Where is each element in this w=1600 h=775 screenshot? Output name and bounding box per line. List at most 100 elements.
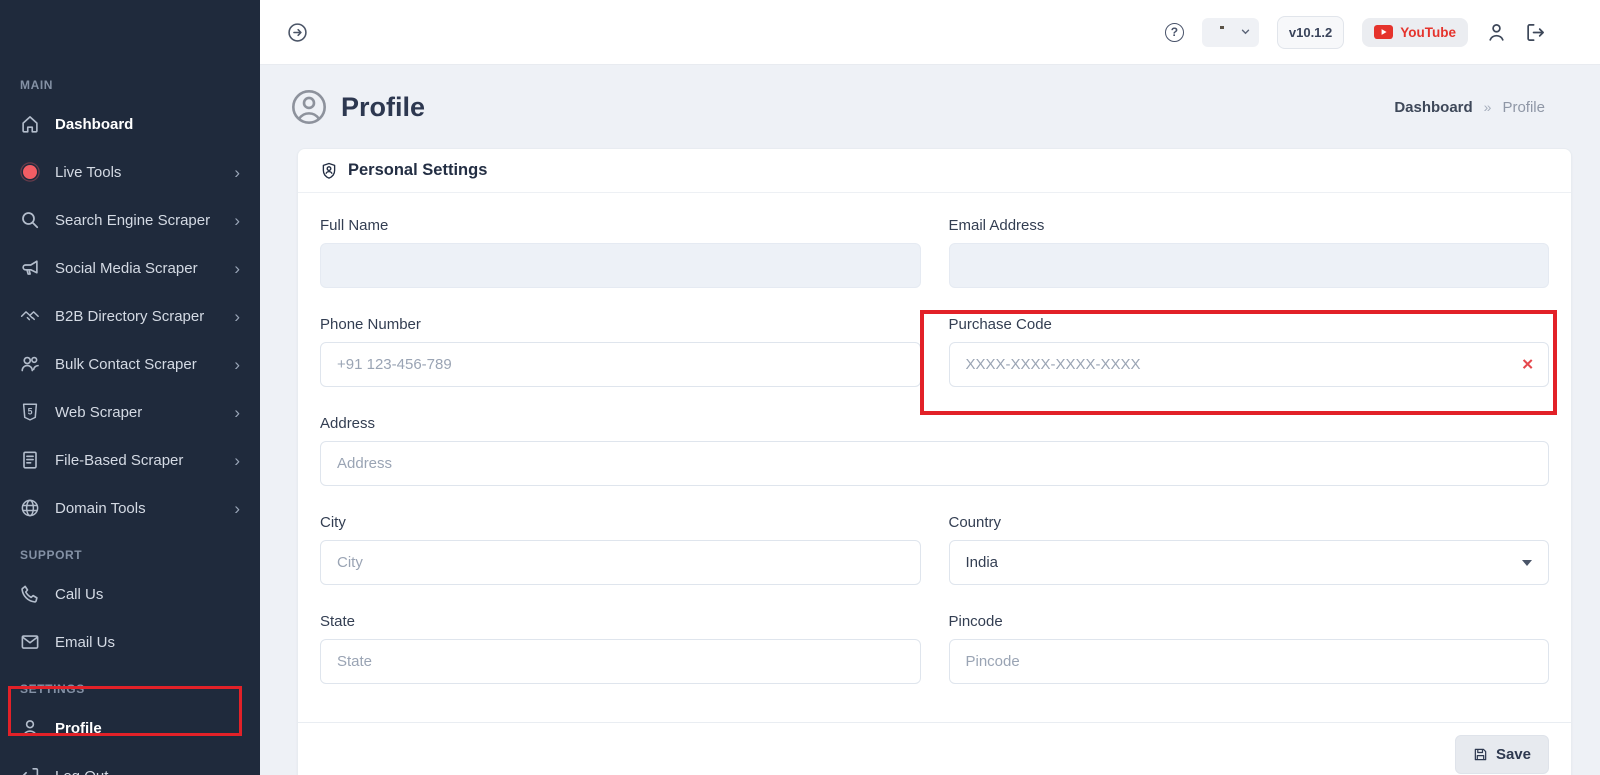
page-title: Profile xyxy=(341,92,425,123)
sidebar-item-profile[interactable]: Profile xyxy=(0,704,260,752)
breadcrumb-separator: » xyxy=(1484,99,1492,115)
save-icon xyxy=(1473,747,1488,762)
phone-icon xyxy=(20,584,40,604)
country-label: Country xyxy=(949,514,1550,531)
full-name-field[interactable] xyxy=(320,243,921,288)
save-button[interactable]: Save xyxy=(1455,735,1549,774)
sidebar-item-b2b-directory-scraper[interactable]: B2B Directory Scraper › xyxy=(0,292,260,340)
sidebar-item-label: File-Based Scraper xyxy=(55,452,183,469)
address-field[interactable] xyxy=(320,441,1549,486)
sidebar-section-support: SUPPORT xyxy=(0,548,260,562)
person-icon xyxy=(20,718,40,738)
pincode-label: Pincode xyxy=(949,613,1550,630)
language-selector[interactable] xyxy=(1202,18,1259,47)
youtube-icon xyxy=(1374,25,1393,39)
sidebar-item-live-tools[interactable]: Live Tools › xyxy=(0,148,260,196)
card-header: Personal Settings xyxy=(298,149,1571,193)
sidebar-item-label: Search Engine Scraper xyxy=(55,212,210,229)
purchase-code-label: Purchase Code xyxy=(949,316,1550,333)
sidebar-item-label: Bulk Contact Scraper xyxy=(55,356,197,373)
page-header: Profile Dashboard » Profile xyxy=(290,84,1545,130)
country-select[interactable]: India xyxy=(949,540,1550,585)
chevron-right-icon: › xyxy=(234,404,240,421)
youtube-button[interactable]: YouTube xyxy=(1362,18,1468,47)
sidebar-item-web-scraper[interactable]: 5 Web Scraper › xyxy=(0,388,260,436)
help-icon[interactable]: ? xyxy=(1165,23,1184,42)
search-icon xyxy=(20,210,40,230)
country-selected-value: India xyxy=(966,554,999,571)
purchase-code-field[interactable] xyxy=(949,342,1550,387)
breadcrumb-current: Profile xyxy=(1502,99,1545,116)
chevron-right-icon: › xyxy=(234,308,240,325)
state-field[interactable] xyxy=(320,639,921,684)
email-label: Email Address xyxy=(949,217,1550,234)
chevron-right-icon: › xyxy=(234,260,240,277)
card-body: Full Name Email Address Phone Number Pur… xyxy=(298,193,1571,722)
city-field[interactable] xyxy=(320,540,921,585)
sidebar-toggle-button[interactable] xyxy=(287,22,308,43)
sidebar-item-label: B2B Directory Scraper xyxy=(55,308,204,325)
svg-text:5: 5 xyxy=(28,407,33,417)
pincode-field[interactable] xyxy=(949,639,1550,684)
address-label: Address xyxy=(320,415,1549,432)
arrow-right-circle-icon xyxy=(287,22,308,43)
sidebar-section-settings: SETTINGS xyxy=(0,682,260,696)
sidebar-item-file-based-scraper[interactable]: File-Based Scraper › xyxy=(0,436,260,484)
sidebar-item-label: Dashboard xyxy=(55,116,133,133)
sidebar-item-label: Social Media Scraper xyxy=(55,260,198,277)
person-circle-icon xyxy=(290,88,328,126)
sidebar-item-label: Email Us xyxy=(55,634,115,651)
chevron-right-icon: › xyxy=(234,356,240,373)
state-label: State xyxy=(320,613,921,630)
save-button-label: Save xyxy=(1496,746,1531,763)
html5-icon: 5 xyxy=(20,402,40,422)
sidebar: MAIN Dashboard Live Tools › Search Engin… xyxy=(0,0,260,775)
phone-number-field[interactable] xyxy=(320,342,921,387)
sidebar-item-search-engine-scraper[interactable]: Search Engine Scraper › xyxy=(0,196,260,244)
card-title: Personal Settings xyxy=(348,161,487,180)
file-lines-icon xyxy=(20,450,40,470)
chevron-down-icon xyxy=(1241,29,1250,35)
person-icon xyxy=(1486,22,1507,43)
sidebar-item-label: Call Us xyxy=(55,586,103,603)
handshake-icon xyxy=(20,306,40,326)
sidebar-item-label: Log Out xyxy=(55,768,108,775)
sidebar-item-call-us[interactable]: Call Us xyxy=(0,570,260,618)
home-icon xyxy=(20,114,40,134)
megaphone-icon xyxy=(20,258,40,278)
sidebar-item-label: Live Tools xyxy=(55,164,121,181)
caret-down-icon xyxy=(1522,560,1532,566)
logout-icon xyxy=(20,766,40,775)
city-label: City xyxy=(320,514,921,531)
sidebar-item-label: Profile xyxy=(55,720,102,737)
country-flag-icon xyxy=(1211,25,1234,40)
chevron-right-icon: › xyxy=(234,164,240,181)
shield-person-icon xyxy=(320,162,338,180)
user-account-button[interactable] xyxy=(1486,22,1507,43)
sidebar-item-bulk-contact-scraper[interactable]: Bulk Contact Scraper › xyxy=(0,340,260,388)
sidebar-item-email-us[interactable]: Email Us xyxy=(0,618,260,666)
card-footer: Save xyxy=(298,722,1571,775)
logout-button[interactable] xyxy=(1525,22,1546,43)
breadcrumb-dashboard-link[interactable]: Dashboard xyxy=(1394,99,1472,116)
breadcrumb: Dashboard » Profile xyxy=(1394,99,1545,116)
sidebar-item-label: Domain Tools xyxy=(55,500,146,517)
sidebar-item-dashboard[interactable]: Dashboard xyxy=(0,100,260,148)
phone-number-label: Phone Number xyxy=(320,316,921,333)
topbar-right-cluster: ? v10.1.2 YouTube xyxy=(1165,16,1546,49)
topbar: ? v10.1.2 YouTube xyxy=(260,0,1600,65)
version-badge: v10.1.2 xyxy=(1277,16,1344,49)
envelope-icon xyxy=(20,632,40,652)
sidebar-item-social-media-scraper[interactable]: Social Media Scraper › xyxy=(0,244,260,292)
sidebar-item-label: Web Scraper xyxy=(55,404,142,421)
box-arrow-right-icon xyxy=(1525,22,1546,43)
clear-purchase-code-button[interactable]: ✕ xyxy=(1521,357,1534,372)
sidebar-nav: MAIN Dashboard Live Tools › Search Engin… xyxy=(0,0,260,775)
chevron-right-icon: › xyxy=(234,452,240,469)
sidebar-item-domain-tools[interactable]: Domain Tools › xyxy=(0,484,260,532)
full-name-label: Full Name xyxy=(320,217,921,234)
email-field[interactable] xyxy=(949,243,1550,288)
chevron-right-icon: › xyxy=(234,212,240,229)
chevron-right-icon: › xyxy=(234,500,240,517)
sidebar-item-log-out[interactable]: Log Out xyxy=(0,752,260,775)
